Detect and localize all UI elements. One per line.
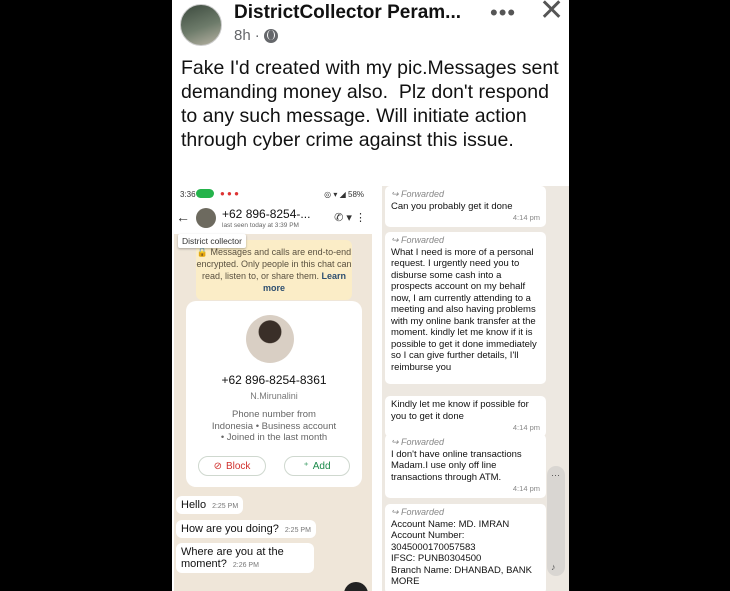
message-text: Account Name: MD. IMRAN Account Number: … [391, 518, 532, 588]
meta-separator: · [254, 27, 260, 44]
whatsapp-screenshot-right[interactable]: ↪ Forwarded Can you probably get it done… [382, 186, 569, 591]
back-arrow-icon: ← [176, 209, 190, 225]
forwarded-label: ↪ Forwarded [391, 507, 445, 517]
encryption-notice: 🔒 Messages and calls are end-to-end encr… [196, 240, 352, 300]
post-author[interactable]: DistrictCollector Peram... [234, 2, 461, 24]
message-time: 4:14 pm [512, 213, 540, 222]
profile-number: +62 896-8254-8361 [221, 373, 327, 387]
profile-avatar [246, 315, 294, 363]
message-bubble: ↪ Forwarded Account Name: MD. IMRAN Acco… [385, 504, 546, 591]
message-text: Kindly let me know if possible for you t… [391, 399, 529, 422]
message-time: 2:25 PM [212, 503, 239, 510]
more-options-icon[interactable]: ••• [490, 0, 516, 26]
add-contact-icon: ⁺ [303, 460, 309, 472]
author-avatar[interactable] [180, 4, 222, 46]
message-bubble: Where are you at the moment? 2:26 PM [176, 543, 314, 573]
globe-icon [263, 28, 278, 43]
block-button: ⊘ Block [198, 456, 266, 476]
call-menu-icons: ✆ ▾ ⋮ [334, 212, 366, 224]
message-bubble: ↪ Forwarded I don't have online transact… [385, 434, 546, 498]
add-label: Add [312, 460, 331, 472]
forwarded-label: ↪ Forwarded [391, 235, 445, 245]
message-time: 4:14 pm [512, 423, 540, 432]
contact-profile-card: +62 896-8254-8361 N.Mirunalini Phone num… [186, 301, 362, 487]
post-text: Fake I'd created with my pic.Messages se… [181, 57, 565, 151]
status-indicators: ◎ ▾ ◢ 58% [324, 190, 364, 199]
profile-name: N.Mirunalini [250, 391, 298, 401]
message-time: 2:25 PM [284, 527, 311, 534]
message-bubble: Hello 2:25 PM [176, 496, 244, 514]
message-time: 2:26 PM [232, 562, 259, 569]
scroll-indicator: ⋯ ♪ [547, 466, 565, 576]
message-text: How are you doing? [181, 523, 279, 535]
message-text: Hello [181, 499, 207, 511]
phone-status-bar: 3:36 ● ● ● ◎ ▾ ◢ 58% [174, 186, 372, 204]
contact-avatar [196, 208, 216, 228]
contact-tooltip: District collector [178, 234, 246, 248]
message-bubble: Kindly let me know if possible for you t… [385, 396, 546, 437]
block-label: Block [225, 460, 251, 472]
message-text: What I need is more of a personal reques… [391, 246, 537, 373]
message-bubble: How are you doing? 2:25 PM [176, 520, 316, 538]
profile-info: Phone number from Indonesia • Business a… [211, 409, 337, 443]
message-text: I don't have online transactions Madam.I… [391, 448, 522, 483]
chat-header: ← +62 896-8254-... last seen today at 3:… [174, 204, 372, 234]
forwarded-label: ↪ Forwarded [391, 189, 445, 199]
call-pill-icon [196, 189, 214, 198]
block-icon: ⊘ [213, 460, 222, 472]
message-time: 4:14 pm [512, 484, 540, 493]
post-time[interactable]: 8h [234, 27, 251, 44]
notification-icons: ● ● ● [220, 189, 239, 198]
contact-number: +62 896-8254-... [222, 207, 311, 221]
forwarded-label: ↪ Forwarded [391, 437, 445, 447]
facebook-post: DistrictCollector Peram... 8h · ••• ✕ Fa… [172, 0, 569, 591]
music-note-icon: ♪ [551, 562, 556, 572]
message-bubble: ↪ Forwarded What I need is more of a per… [385, 232, 546, 384]
status-time: 3:36 [180, 190, 196, 199]
add-button: ⁺ Add [284, 456, 350, 476]
scroll-down-button [344, 582, 368, 591]
last-seen: last seen today at 3:39 PM [222, 222, 299, 229]
message-bubble: ↪ Forwarded Can you probably get it done… [385, 186, 546, 227]
whatsapp-screenshot-left[interactable]: 3:36 ● ● ● ◎ ▾ ◢ 58% ← +62 896-8254-... … [174, 186, 372, 591]
close-icon[interactable]: ✕ [539, 0, 564, 26]
message-text: Can you probably get it done [391, 200, 513, 212]
post-meta: 8h · [234, 27, 278, 44]
more-icon: ⋯ [551, 470, 560, 480]
